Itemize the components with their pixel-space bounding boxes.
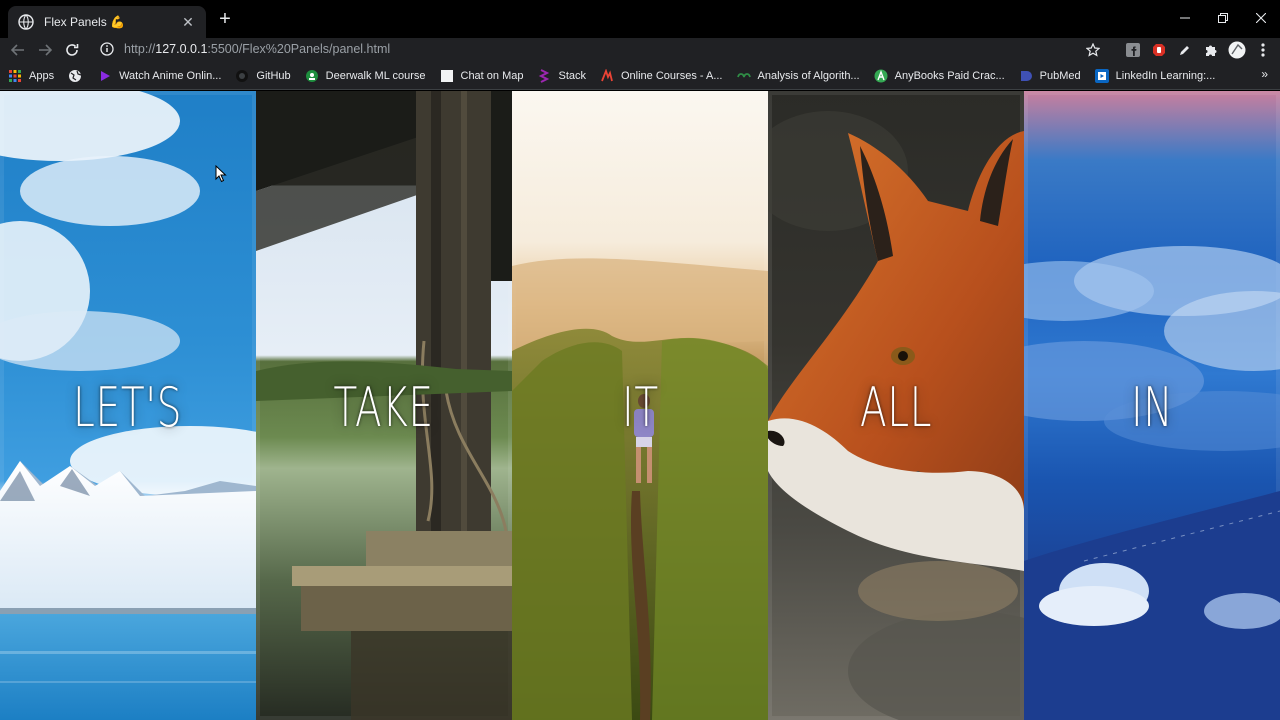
panel-word: ALL bbox=[859, 376, 933, 439]
bookmark-apps[interactable]: Apps bbox=[8, 69, 54, 83]
browser-tab-flex-panels[interactable]: Flex Panels 💪 ✕ bbox=[8, 6, 206, 38]
new-tab-button[interactable]: + bbox=[214, 9, 236, 31]
bookmark-watch-anime[interactable]: Watch Anime Onlin... bbox=[98, 69, 221, 83]
bookmark-label: Watch Anime Onlin... bbox=[119, 69, 222, 82]
gfg-icon bbox=[736, 72, 751, 77]
window-controls bbox=[1166, 0, 1280, 36]
mouse-pointer-icon bbox=[215, 165, 227, 183]
close-window-button[interactable] bbox=[1242, 0, 1280, 36]
extension-adblock-button[interactable] bbox=[1148, 39, 1170, 61]
star-icon bbox=[1086, 43, 1100, 57]
bookmark-label: Deerwalk ML course bbox=[325, 69, 426, 82]
extension-pen-button[interactable] bbox=[1174, 39, 1196, 61]
bookmark-linkedin-learning[interactable]: LinkedIn Learning:... bbox=[1094, 68, 1216, 83]
url-host: 127.0.0.1 bbox=[155, 42, 208, 56]
panel-word: LET'S bbox=[73, 376, 183, 439]
bookmark-stack[interactable]: Stack bbox=[537, 68, 586, 83]
bookmark-label: Chat on Map bbox=[460, 69, 524, 82]
github-icon bbox=[236, 69, 249, 82]
panel-4-fox[interactable]: ALL bbox=[768, 91, 1024, 720]
panel-3-hiker-ridge[interactable]: IT bbox=[512, 91, 768, 720]
bookmark-pubmed[interactable]: PubMed bbox=[1019, 69, 1081, 83]
page-icon bbox=[440, 69, 453, 82]
panel-2-dock-lake[interactable]: TAKE bbox=[256, 91, 512, 720]
apps-grid-icon bbox=[9, 69, 21, 82]
bookmark-deerwalk[interactable]: Deerwalk ML course bbox=[305, 69, 426, 83]
bookmark-label: GitHub bbox=[256, 69, 291, 82]
kebab-menu-icon bbox=[1261, 43, 1265, 57]
arrow-right-icon bbox=[39, 44, 52, 56]
toolbar-actions bbox=[1082, 38, 1274, 62]
minimize-icon bbox=[1180, 17, 1190, 19]
minimize-button[interactable] bbox=[1166, 0, 1204, 36]
globe-icon bbox=[69, 69, 82, 82]
bookmark-chat-on-map[interactable]: Chat on Map bbox=[440, 69, 524, 83]
stop-hand-icon bbox=[1153, 44, 1165, 56]
forward-button[interactable] bbox=[32, 38, 58, 62]
anime-icon bbox=[101, 70, 111, 81]
bookmark-label: Online Courses - A... bbox=[621, 69, 723, 82]
bookmark-github[interactable]: GitHub bbox=[235, 69, 291, 83]
url-scheme: http:// bbox=[124, 42, 156, 56]
url-text[interactable]: http://127.0.0.1:5500/Flex%20Panels/pane… bbox=[124, 42, 390, 56]
address-bar[interactable]: http://127.0.0.1:5500/Flex%20Panels/pane… bbox=[90, 38, 1110, 60]
pen-icon bbox=[1180, 46, 1189, 55]
bookmarks-bar: Apps Watch Anime Onlin... GitHub Deerwal… bbox=[0, 62, 1280, 90]
stack-icon bbox=[539, 68, 550, 83]
panel-5-clouds-hills[interactable]: IN bbox=[1024, 91, 1280, 720]
reload-button[interactable] bbox=[59, 38, 85, 62]
linkedin-icon bbox=[1094, 68, 1109, 83]
bookmark-label: PubMed bbox=[1039, 69, 1081, 82]
bookmark-online-courses[interactable]: Online Courses - A... bbox=[600, 68, 723, 83]
globe-icon bbox=[18, 14, 34, 30]
bookmarks-overflow-button[interactable]: » bbox=[1261, 67, 1268, 81]
info-icon[interactable] bbox=[100, 42, 114, 56]
reload-icon bbox=[66, 44, 79, 56]
bookmark-label: Apps bbox=[29, 69, 55, 82]
restore-button[interactable] bbox=[1204, 0, 1242, 36]
classroom-icon bbox=[305, 69, 318, 82]
tab-title: Flex Panels 💪 bbox=[44, 15, 125, 29]
facebook-icon bbox=[1126, 43, 1140, 57]
panel-word: TAKE bbox=[333, 376, 435, 439]
profile-button[interactable] bbox=[1226, 39, 1248, 61]
bookmark-label: AnyBooks Paid Crac... bbox=[894, 69, 1005, 82]
restore-icon bbox=[1218, 13, 1228, 23]
flex-panels: LET'S TAKE IT ALL IN bbox=[0, 91, 1280, 720]
back-button[interactable] bbox=[5, 38, 31, 62]
bookmark-analysis-algorithms[interactable]: Analysis of Algorith... bbox=[736, 69, 860, 83]
extension-facebook-button[interactable] bbox=[1122, 39, 1144, 61]
udemy-icon bbox=[601, 68, 613, 81]
bookmark-star-button[interactable] bbox=[1082, 39, 1104, 61]
panel-word: IT bbox=[621, 376, 659, 439]
puzzle-icon bbox=[1206, 45, 1217, 56]
bookmark-anybooks[interactable]: AnyBooks Paid Crac... bbox=[874, 69, 1005, 83]
arrow-left-icon bbox=[11, 44, 24, 56]
anybooks-icon bbox=[874, 69, 888, 82]
panel-1-sky-mountains[interactable]: LET'S bbox=[0, 91, 256, 720]
bookmark-label: Analysis of Algorith... bbox=[757, 69, 860, 82]
bookmark-label: LinkedIn Learning:... bbox=[1115, 69, 1216, 82]
url-path: :5500/Flex%20Panels/panel.html bbox=[207, 42, 391, 56]
panel-word: IN bbox=[1130, 376, 1173, 439]
tab-close-icon[interactable]: ✕ bbox=[180, 14, 196, 31]
bookmark-label: Stack bbox=[558, 69, 586, 82]
pubmed-icon bbox=[1020, 70, 1032, 81]
browser-toolbar: http://127.0.0.1:5500/Flex%20Panels/pane… bbox=[0, 38, 1280, 62]
avatar bbox=[1228, 41, 1246, 59]
close-icon bbox=[1256, 13, 1266, 23]
bookmark-globe[interactable] bbox=[68, 69, 82, 83]
tab-strip: Flex Panels 💪 ✕ + bbox=[0, 0, 1280, 38]
menu-button[interactable] bbox=[1252, 39, 1274, 61]
extensions-button[interactable] bbox=[1200, 39, 1222, 61]
